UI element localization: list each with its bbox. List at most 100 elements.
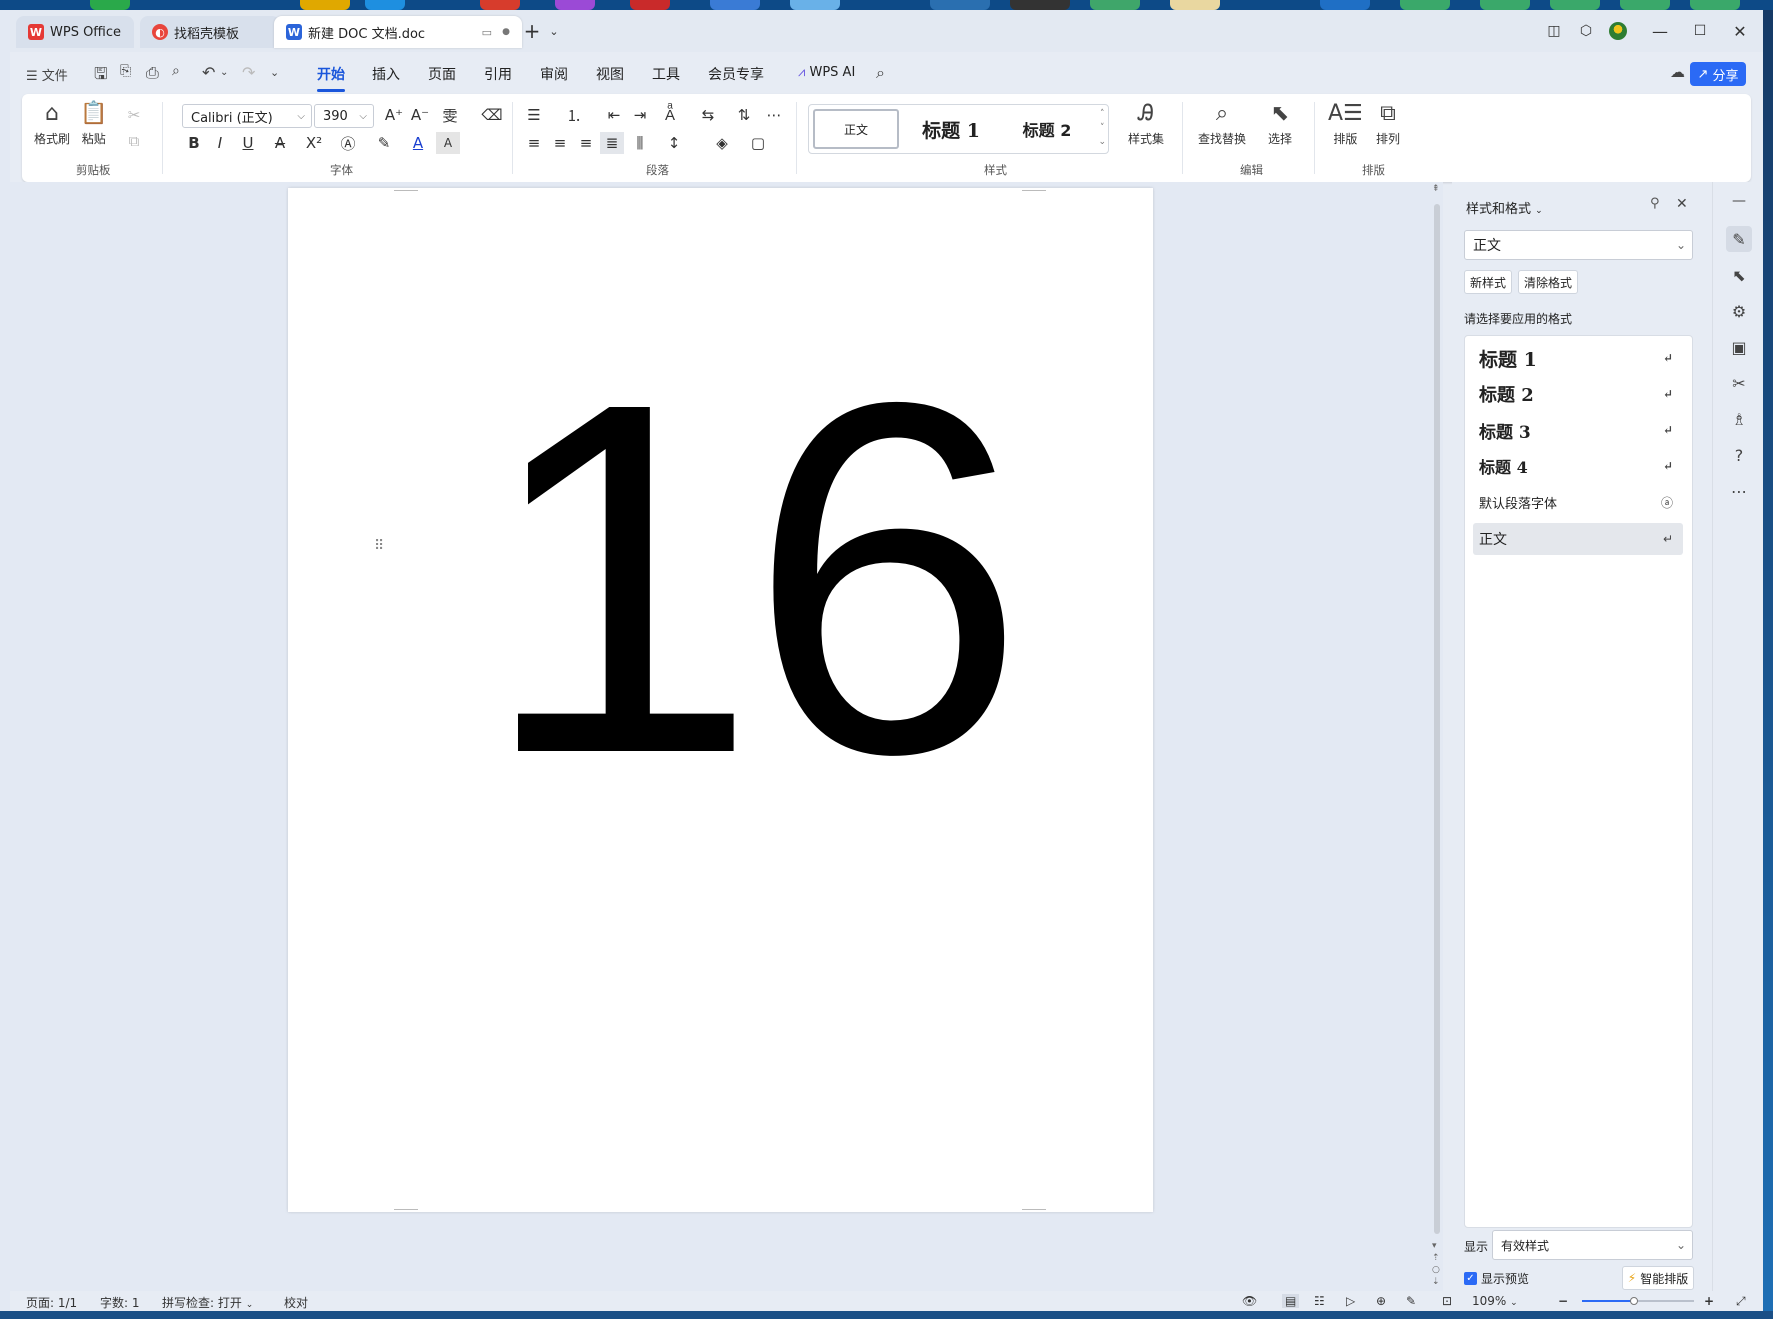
strikethrough-icon[interactable]: A <box>268 132 292 154</box>
new-style-button[interactable]: 新样式 <box>1464 270 1512 294</box>
document-page[interactable]: ⠿ 16 <box>288 188 1153 1212</box>
document-text[interactable]: 16 <box>438 328 1058 828</box>
tab-wps-office[interactable]: W WPS Office <box>16 16 134 48</box>
help-icon[interactable]: ? <box>1726 442 1752 468</box>
style-normal[interactable]: 正文 <box>813 109 899 149</box>
style-pen-icon[interactable]: ✎ <box>1726 226 1752 252</box>
gallery-scroll-icon[interactable]: ˄ ˅ ⌄ <box>1098 107 1106 149</box>
tab-insert[interactable]: 插入 <box>372 64 400 84</box>
export-pdf-icon[interactable]: ⎘ <box>120 63 131 79</box>
numbered-list-icon[interactable]: ⒈ <box>562 104 586 126</box>
quick-access-chevron-icon[interactable]: ⌄ <box>270 66 279 79</box>
save-icon[interactable]: 🖫 <box>94 63 108 90</box>
shirt-icon[interactable]: ♗ <box>1726 406 1752 432</box>
phonetic-guide-icon[interactable]: 雯 <box>438 104 462 126</box>
monitor-icon[interactable]: ▭ <box>482 26 492 39</box>
layout-icon[interactable]: ◫ <box>1540 18 1568 44</box>
align-center-icon[interactable]: ≡ <box>548 132 572 154</box>
pin-icon[interactable]: ⚲ <box>1650 196 1660 211</box>
share-button[interactable]: ↗ 分享 <box>1690 62 1746 86</box>
font-color-icon[interactable]: A <box>406 132 430 154</box>
tab-tools[interactable]: 工具 <box>652 64 680 84</box>
avatar[interactable] <box>1604 18 1632 44</box>
undo-chevron-icon[interactable]: ⌄ <box>220 67 228 78</box>
word-count[interactable]: 字数: 1 <box>100 1294 140 1311</box>
increase-indent-icon[interactable]: ⇥ <box>628 104 652 126</box>
close-icon[interactable]: ✕ <box>1726 18 1754 44</box>
style-heading-1[interactable]: 标题 1 <box>905 109 997 149</box>
zoom-in-icon[interactable]: + <box>1704 1294 1714 1308</box>
underline-icon[interactable]: U <box>236 132 260 154</box>
clear-format-icon[interactable]: ⌫ <box>480 104 504 126</box>
tab-template[interactable]: ◐ 找稻壳模板 <box>140 16 280 48</box>
pen-mode-icon[interactable]: ✎ <box>1406 1294 1416 1308</box>
shading-icon[interactable]: ◈ <box>710 132 734 154</box>
outline-view-icon[interactable]: ☷ <box>1314 1294 1325 1308</box>
close-pane-icon[interactable]: ✕ <box>1676 196 1688 212</box>
file-menu[interactable]: ☰ 文件 <box>26 65 68 84</box>
minimize-icon[interactable]: — <box>1646 18 1674 44</box>
clear-format-button[interactable]: 清除格式 <box>1518 270 1578 294</box>
bold-icon[interactable]: B <box>182 132 206 154</box>
web-layout-icon[interactable]: ⊕ <box>1376 1294 1386 1308</box>
format-painter-button[interactable]: ⌂ 格式刷 <box>34 102 70 147</box>
text-effect-icon[interactable]: Ⓐ <box>336 132 360 154</box>
tab-reference[interactable]: 引用 <box>484 64 512 84</box>
style-list-item[interactable]: 标题 2 ↵ <box>1473 378 1683 410</box>
font-size-select[interactable]: 390 ⌵ <box>314 104 374 128</box>
select-cursor-icon[interactable]: ⬉ <box>1726 262 1752 288</box>
sort-icon[interactable]: ⇅ <box>732 104 756 126</box>
style-heading-2[interactable]: 标题 2 <box>1001 109 1093 149</box>
show-preview-checkbox[interactable]: ✓ 显示预览 <box>1464 1270 1529 1287</box>
print-preview-icon[interactable]: ⌕ <box>172 63 180 79</box>
undo-icon[interactable]: ↶ <box>202 63 215 82</box>
drag-handle-icon[interactable]: ⠿ <box>374 538 384 554</box>
maximize-icon[interactable]: ☐ <box>1686 18 1714 44</box>
eye-icon[interactable]: 👁 <box>1242 1294 1257 1308</box>
cut-icon[interactable]: ✂ <box>122 104 146 126</box>
style-list-item[interactable]: 正文 ↵ <box>1473 523 1683 555</box>
tab-list-chevron-icon[interactable]: ⌄ <box>540 18 568 44</box>
arrange-button[interactable]: ⧉ 排列 <box>1376 102 1400 147</box>
image-edit-icon[interactable]: ▣ <box>1726 334 1752 360</box>
unsaved-dot-icon[interactable]: ● <box>502 27 510 37</box>
sort-direction-icon[interactable]: ⇆ <box>696 104 720 126</box>
spell-check-status[interactable]: 拼写检查: 打开 ⌄ <box>162 1294 253 1311</box>
decrease-indent-icon[interactable]: ⇤ <box>602 104 626 126</box>
collapse-icon[interactable]: — <box>1726 188 1752 214</box>
print-icon[interactable]: ⎙ <box>146 63 159 83</box>
reading-mode-icon[interactable]: ▷ <box>1346 1294 1355 1308</box>
style-set-button[interactable]: Ꭿ 样式集 <box>1128 102 1164 147</box>
borders-icon[interactable]: ▢ <box>746 132 770 154</box>
find-replace-button[interactable]: ⌕ 查找替换 <box>1198 102 1246 147</box>
copy-icon[interactable]: ⧉ <box>122 130 146 152</box>
fullscreen-icon[interactable]: ⤢ <box>1736 1294 1746 1309</box>
paste-button[interactable]: 📋 粘贴 <box>80 102 107 147</box>
select-button[interactable]: ⬉ 选择 <box>1268 102 1292 147</box>
layout-button[interactable]: A☰ 排版 <box>1328 102 1363 147</box>
shrink-font-icon[interactable]: A⁻ <box>408 104 432 126</box>
highlight-icon[interactable]: ✎ <box>372 132 396 154</box>
align-left-icon[interactable]: ≡ <box>522 132 546 154</box>
line-spacing-icon[interactable]: ↕ <box>662 132 686 154</box>
bullet-list-icon[interactable]: ☰ <box>522 104 546 126</box>
style-list-item[interactable]: 标题 1 ↵ <box>1473 342 1683 374</box>
grow-font-icon[interactable]: A⁺ <box>382 104 406 126</box>
zoom-out-icon[interactable]: − <box>1558 1294 1568 1308</box>
vertical-scrollbar[interactable]: ⇞ ▾ ⇡ ○ ⇣ <box>1430 182 1444 1291</box>
smart-layout-button[interactable]: ⚡ 智能排版 <box>1622 1266 1694 1290</box>
style-list-item[interactable]: 默认段落字体 ⓐ <box>1473 486 1683 518</box>
justify-icon[interactable]: ≣ <box>600 132 624 154</box>
distribute-icon[interactable]: ⫼ <box>628 132 652 154</box>
italic-icon[interactable]: I <box>208 132 232 154</box>
page-count[interactable]: 页面: 1/1 <box>26 1294 77 1311</box>
adjust-icon[interactable]: ⚙ <box>1726 298 1752 324</box>
zoom-level[interactable]: 109% ⌄ <box>1472 1294 1518 1308</box>
show-filter-select[interactable]: 有效样式 ⌄ <box>1492 1230 1693 1260</box>
more-icon[interactable]: ⋯ <box>1726 478 1752 504</box>
print-layout-icon[interactable]: ▤ <box>1282 1294 1300 1308</box>
current-style-select[interactable]: 正文 ⌄ <box>1464 230 1693 260</box>
zoom-slider[interactable] <box>1582 1297 1694 1305</box>
char-shading-icon[interactable]: A <box>436 132 460 154</box>
wps-ai-button[interactable]: ⩘ WPS AI <box>798 65 855 80</box>
